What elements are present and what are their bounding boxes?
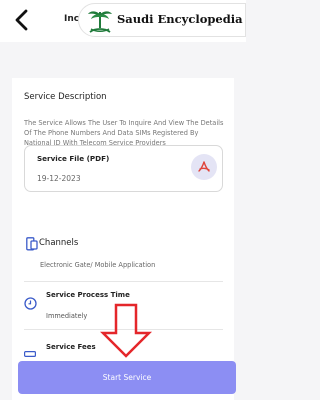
divider: [24, 281, 223, 282]
channels-icon: [26, 237, 38, 251]
clock-icon: [24, 297, 37, 310]
process-time-value: Immediately: [46, 312, 88, 320]
watermark-banner: Saudi Encyclopedia: [78, 3, 246, 37]
pdf-download-button[interactable]: [191, 154, 217, 180]
pdf-icon: [198, 161, 210, 172]
watermark-text: Saudi Encyclopedia: [117, 12, 243, 26]
service-details-sheet: Service Description The Service Allows T…: [12, 78, 234, 400]
palm-swords-logo-icon: [88, 11, 112, 33]
service-file-label: Service File (PDF): [37, 154, 110, 163]
start-service-button[interactable]: Start Service: [18, 361, 236, 394]
channels-value: Electronic Gate/ Mobile Application: [40, 261, 156, 269]
fees-icon: [24, 351, 36, 357]
divider: [24, 329, 223, 330]
back-arrow-icon: [15, 9, 28, 31]
description-title: Service Description: [24, 92, 107, 102]
process-time-title: Service Process Time: [46, 291, 130, 299]
service-file-date: 19-12-2023: [37, 174, 81, 183]
back-button[interactable]: [12, 7, 32, 33]
channels-title: Channels: [39, 238, 79, 248]
top-bar: Inc Saudi Encyclopedia: [0, 0, 246, 42]
fees-title: Service Fees: [46, 343, 96, 351]
description-text: The Service Allows The User To Inquire A…: [24, 119, 224, 147]
service-file-card[interactable]: Service File (PDF) 19-12-2023: [24, 145, 223, 192]
